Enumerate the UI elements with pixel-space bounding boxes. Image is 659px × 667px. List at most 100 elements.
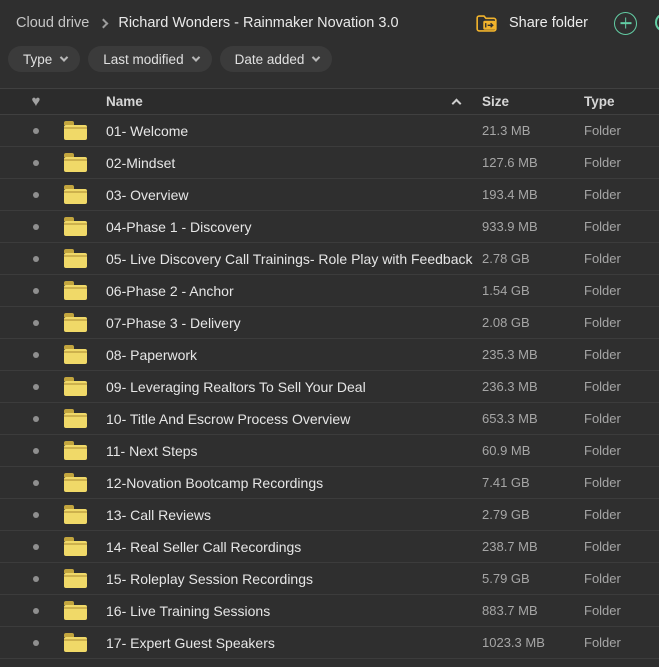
table-row[interactable]: 09- Leveraging Realtors To Sell Your Dea… [0,371,659,403]
icon-cell [64,633,100,652]
name-column-header[interactable]: Name [100,94,474,109]
dot-icon [33,320,39,326]
table-row[interactable]: 15- Roleplay Session Recordings 5.79 GB … [0,563,659,595]
dot-icon [33,416,39,422]
favorite-cell[interactable] [8,448,64,454]
folder-icon [64,477,87,492]
chevron-up-icon[interactable] [452,98,462,108]
table-row[interactable]: 17- Expert Guest Speakers 1023.3 MB Fold… [0,627,659,659]
partial-edge-button[interactable] [655,13,659,32]
dot-icon [33,544,39,550]
dot-icon [33,480,39,486]
folder-name[interactable]: 17- Expert Guest Speakers [100,635,474,651]
folder-type: Folder [566,187,659,202]
folder-icon [64,317,87,332]
folder-type: Folder [566,155,659,170]
table-row[interactable]: 02-Mindset 127.6 MB Folder [0,147,659,179]
folder-type: Folder [566,219,659,234]
table-row[interactable]: 12-Novation Bootcamp Recordings 7.41 GB … [0,467,659,499]
folder-type: Folder [566,283,659,298]
table-row[interactable]: 13- Call Reviews 2.79 GB Folder [0,499,659,531]
folder-size: 127.6 MB [474,155,566,170]
folder-name[interactable]: 11- Next Steps [100,443,474,459]
chevron-down-icon [191,53,199,61]
table-body: 01- Welcome 21.3 MB Folder 02-Mindset 12… [0,115,659,659]
folder-type: Folder [566,475,659,490]
table-row[interactable]: 14- Real Seller Call Recordings 238.7 MB… [0,531,659,563]
folder-icon [64,381,87,396]
table-row[interactable]: 03- Overview 193.4 MB Folder [0,179,659,211]
folder-name[interactable]: 01- Welcome [100,123,474,139]
folder-icon [64,285,87,300]
favorite-column-header[interactable]: ♥ [8,94,64,109]
filter-last-modified-button[interactable]: Last modified [88,46,211,72]
favorite-cell[interactable] [8,256,64,262]
folder-type: Folder [566,603,659,618]
favorite-cell[interactable] [8,480,64,486]
folder-name[interactable]: 15- Roleplay Session Recordings [100,571,474,587]
folder-name[interactable]: 06-Phase 2 - Anchor [100,283,474,299]
icon-cell [64,441,100,460]
folder-size: 1023.3 MB [474,635,566,650]
folder-type: Folder [566,635,659,650]
folder-name[interactable]: 12-Novation Bootcamp Recordings [100,475,474,491]
folder-name[interactable]: 16- Live Training Sessions [100,603,474,619]
filter-date-added-button[interactable]: Date added [220,46,333,72]
table-row[interactable]: 16- Live Training Sessions 883.7 MB Fold… [0,595,659,627]
favorite-cell[interactable] [8,544,64,550]
folder-type: Folder [566,443,659,458]
folder-size: 193.4 MB [474,187,566,202]
breadcrumb-root[interactable]: Cloud drive [16,15,89,31]
favorite-cell[interactable] [8,416,64,422]
favorite-cell[interactable] [8,192,64,198]
icon-cell [64,409,100,428]
size-column-header[interactable]: Size [474,94,566,109]
folder-name[interactable]: 03- Overview [100,187,474,203]
folder-name[interactable]: 10- Title And Escrow Process Overview [100,411,474,427]
plus-circle-icon[interactable] [614,12,637,35]
folder-name[interactable]: 08- Paperwork [100,347,474,363]
favorite-cell[interactable] [8,320,64,326]
table-row[interactable]: 07-Phase 3 - Delivery 2.08 GB Folder [0,307,659,339]
filter-last-modified-label: Last modified [103,52,183,67]
folder-name[interactable]: 14- Real Seller Call Recordings [100,539,474,555]
favorite-cell[interactable] [8,288,64,294]
folder-name[interactable]: 07-Phase 3 - Delivery [100,315,474,331]
favorite-cell[interactable] [8,352,64,358]
folder-size: 2.78 GB [474,251,566,266]
table-row[interactable]: 01- Welcome 21.3 MB Folder [0,115,659,147]
folder-name[interactable]: 02-Mindset [100,155,474,171]
favorite-cell[interactable] [8,512,64,518]
table-row[interactable]: 10- Title And Escrow Process Overview 65… [0,403,659,435]
icon-cell [64,185,100,204]
table-row[interactable]: 05- Live Discovery Call Trainings- Role … [0,243,659,275]
share-folder-button[interactable]: Share folder [475,13,588,33]
folder-name[interactable]: 05- Live Discovery Call Trainings- Role … [100,251,474,267]
favorite-cell[interactable] [8,384,64,390]
favorite-cell[interactable] [8,128,64,134]
icon-cell [64,281,100,300]
folder-name[interactable]: 09- Leveraging Realtors To Sell Your Dea… [100,379,474,395]
folder-size: 2.08 GB [474,315,566,330]
folder-icon [64,349,87,364]
dot-icon [33,640,39,646]
icon-cell [64,473,100,492]
icon-cell [64,249,100,268]
favorite-cell[interactable] [8,640,64,646]
favorite-cell[interactable] [8,224,64,230]
favorite-cell[interactable] [8,608,64,614]
favorite-cell[interactable] [8,576,64,582]
icon-cell [64,313,100,332]
table-row[interactable]: 06-Phase 2 - Anchor 1.54 GB Folder [0,275,659,307]
dot-icon [33,448,39,454]
filter-type-button[interactable]: Type [8,46,80,72]
table-row[interactable]: 11- Next Steps 60.9 MB Folder [0,435,659,467]
folder-name[interactable]: 04-Phase 1 - Discovery [100,219,474,235]
folder-name[interactable]: 13- Call Reviews [100,507,474,523]
table-row[interactable]: 08- Paperwork 235.3 MB Folder [0,339,659,371]
dot-icon [33,384,39,390]
folder-type: Folder [566,251,659,266]
type-column-header[interactable]: Type [566,94,659,109]
table-row[interactable]: 04-Phase 1 - Discovery 933.9 MB Folder [0,211,659,243]
favorite-cell[interactable] [8,160,64,166]
